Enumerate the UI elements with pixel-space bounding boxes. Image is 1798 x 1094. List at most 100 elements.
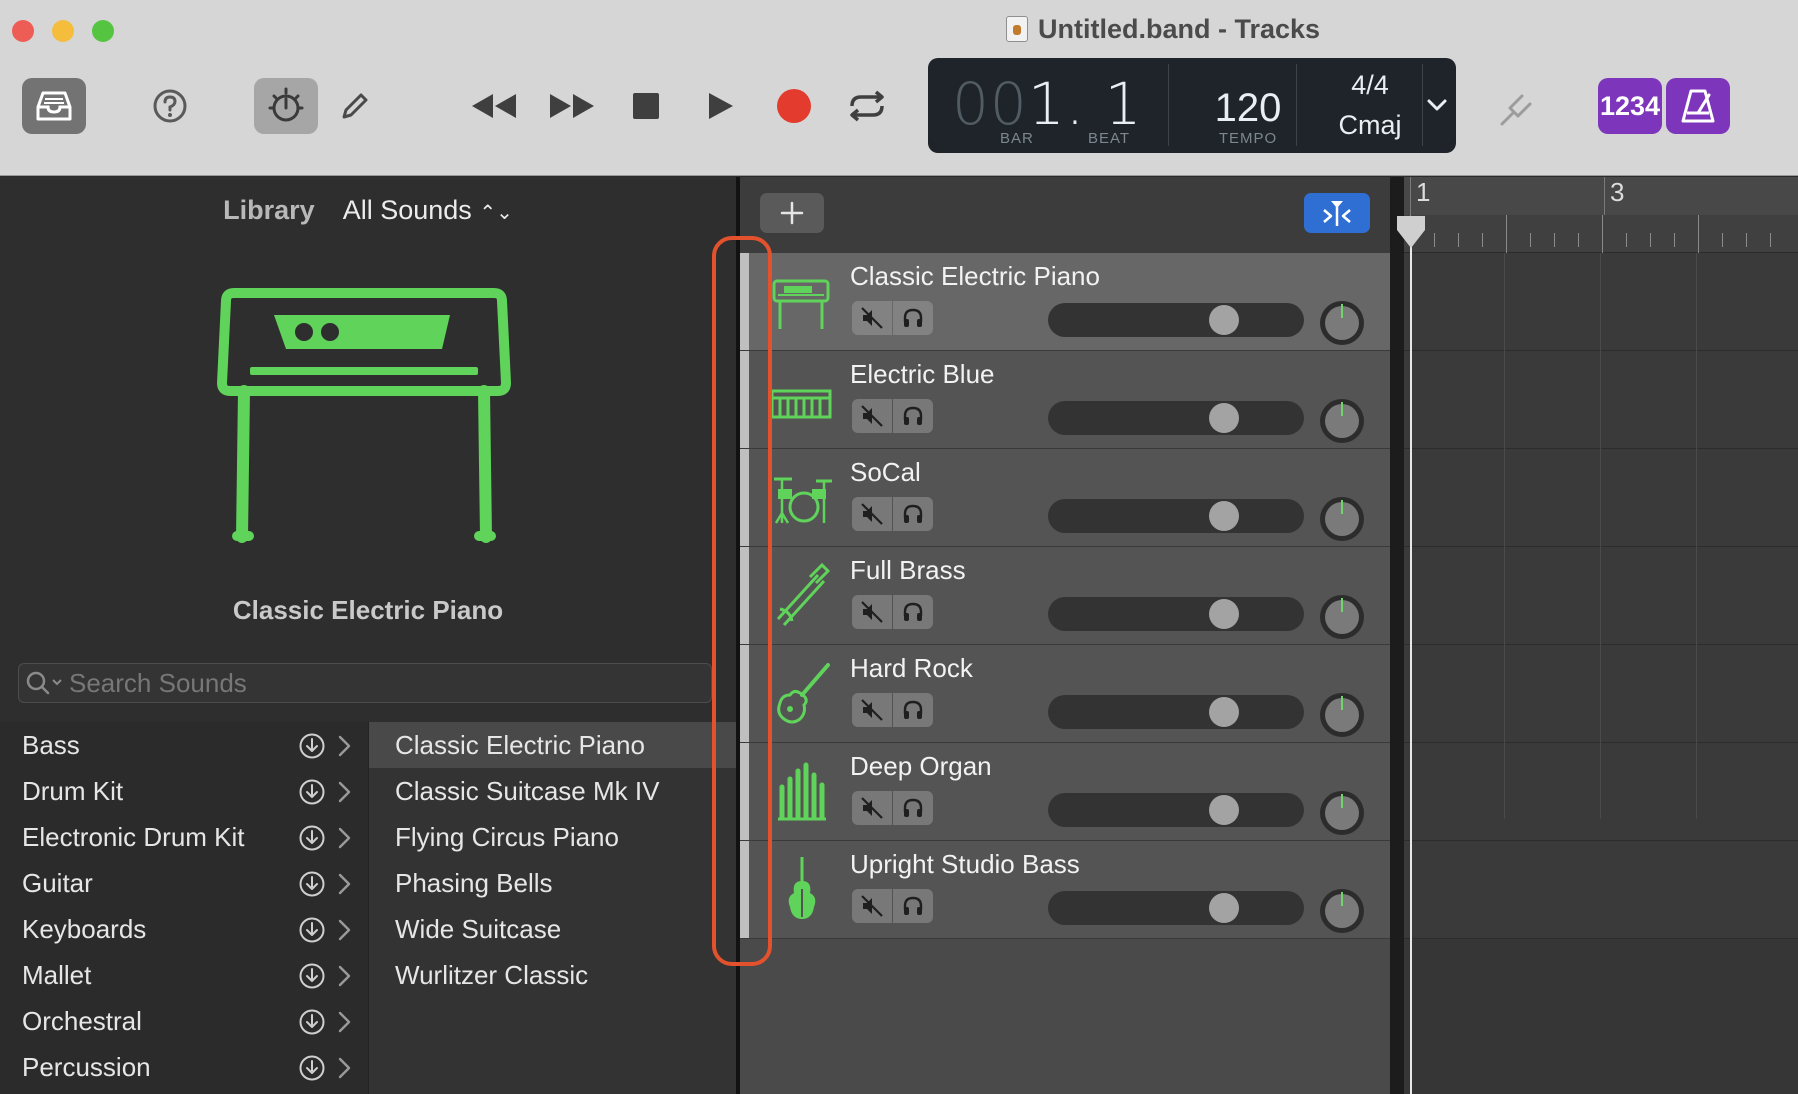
expand-button[interactable] (336, 734, 352, 758)
expand-button[interactable] (336, 1056, 352, 1080)
pan-knob[interactable] (1320, 595, 1364, 639)
tuner-button[interactable] (1494, 86, 1538, 130)
expand-button[interactable] (336, 826, 352, 850)
preset-item[interactable]: Classic Electric Piano (369, 722, 736, 768)
volume-slider[interactable] (1048, 401, 1304, 435)
preset-item[interactable]: Flying Circus Piano (369, 814, 736, 860)
cycle-button[interactable] (842, 86, 892, 126)
category-item[interactable]: Percussion (0, 1044, 368, 1090)
download-button[interactable] (298, 870, 326, 898)
lcd-time-signature[interactable]: 4/4 (1320, 70, 1420, 101)
volume-slider-thumb[interactable] (1208, 893, 1239, 923)
category-item[interactable]: Guitar (0, 860, 368, 906)
volume-slider[interactable] (1048, 695, 1304, 729)
volume-slider[interactable] (1048, 793, 1304, 827)
solo-button[interactable] (893, 301, 933, 335)
category-item[interactable]: Electronic Drum Kit (0, 814, 368, 860)
volume-slider[interactable] (1048, 891, 1304, 925)
arrangement-area[interactable]: 1 3 (1404, 177, 1798, 1094)
category-item[interactable]: Orchestral (0, 998, 368, 1044)
lcd-position[interactable]: 001. 1 (952, 70, 1143, 138)
volume-slider-thumb[interactable] (1208, 403, 1239, 433)
category-item[interactable]: Keyboards (0, 906, 368, 952)
track-header[interactable]: Electric Blue (740, 351, 1390, 449)
download-button[interactable] (298, 732, 326, 760)
expand-button[interactable] (336, 780, 352, 804)
volume-slider-thumb[interactable] (1208, 697, 1239, 727)
lcd-tempo[interactable]: 120 (1198, 86, 1298, 131)
track-lane[interactable] (1404, 547, 1798, 645)
solo-button[interactable] (893, 889, 933, 923)
download-button[interactable] (298, 1054, 326, 1082)
solo-button[interactable] (893, 791, 933, 825)
track-lane[interactable] (1404, 253, 1798, 351)
track-header[interactable]: SoCal (740, 449, 1390, 547)
pan-knob[interactable] (1320, 889, 1364, 933)
preset-item[interactable]: Wurlitzer Classic (369, 952, 736, 998)
track-lane[interactable] (1404, 449, 1798, 547)
volume-slider-thumb[interactable] (1208, 501, 1239, 531)
mute-button[interactable] (852, 889, 892, 923)
playhead[interactable] (1410, 217, 1412, 1094)
download-button[interactable] (298, 916, 326, 944)
volume-slider-thumb[interactable] (1208, 305, 1239, 335)
preset-item[interactable]: Phasing Bells (369, 860, 736, 906)
preset-item[interactable]: Wide Suitcase (369, 906, 736, 952)
library-button[interactable] (22, 78, 86, 134)
solo-button[interactable] (893, 497, 933, 531)
track-header[interactable]: Hard Rock (740, 645, 1390, 743)
mute-button[interactable] (852, 791, 892, 825)
search-icon[interactable] (19, 664, 69, 702)
download-button[interactable] (298, 824, 326, 852)
count-in-button[interactable]: 1234 (1598, 78, 1662, 134)
track-header[interactable]: Upright Studio Bass (740, 841, 1390, 939)
pan-knob[interactable] (1320, 497, 1364, 541)
track-lane[interactable] (1404, 645, 1798, 743)
track-lane[interactable] (1404, 743, 1798, 841)
stop-button[interactable] (626, 86, 666, 126)
minimize-window-button[interactable] (52, 20, 74, 42)
metronome-button[interactable] (1666, 78, 1730, 134)
play-button[interactable] (700, 86, 740, 126)
expand-button[interactable] (336, 872, 352, 896)
pan-knob[interactable] (1320, 399, 1364, 443)
sound-filter-popup[interactable]: All Sounds (343, 195, 472, 225)
download-button[interactable] (298, 962, 326, 990)
lcd-key[interactable]: Cmaj (1320, 110, 1420, 141)
lcd-menu-button[interactable] (1422, 88, 1452, 122)
track-lane[interactable] (1404, 351, 1798, 449)
mute-button[interactable] (852, 497, 892, 531)
track-header[interactable]: Full Brass (740, 547, 1390, 645)
solo-button[interactable] (893, 595, 933, 629)
track-header[interactable]: Classic Electric Piano (740, 253, 1390, 351)
expand-button[interactable] (336, 1010, 352, 1034)
volume-slider[interactable] (1048, 597, 1304, 631)
pan-knob[interactable] (1320, 301, 1364, 345)
mute-button[interactable] (852, 301, 892, 335)
category-item[interactable]: Mallet (0, 952, 368, 998)
preset-item[interactable]: Classic Suitcase Mk IV (369, 768, 736, 814)
track-header[interactable]: Deep Organ (740, 743, 1390, 841)
editors-button[interactable] (334, 86, 374, 126)
download-button[interactable] (298, 778, 326, 806)
solo-button[interactable] (893, 399, 933, 433)
download-button[interactable] (298, 1008, 326, 1036)
fast-forward-button[interactable] (544, 86, 600, 126)
ruler[interactable]: 1 3 (1404, 177, 1798, 253)
solo-button[interactable] (893, 693, 933, 727)
zoom-window-button[interactable] (92, 20, 114, 42)
volume-slider-thumb[interactable] (1208, 795, 1239, 825)
lcd-display[interactable]: 001. 1 BAR BEAT 120 TEMPO 4/4 Cmaj (928, 58, 1456, 153)
record-button[interactable] (774, 86, 814, 126)
pan-knob[interactable] (1320, 693, 1364, 737)
close-window-button[interactable] (12, 20, 34, 42)
catch-playhead-button[interactable] (1304, 193, 1370, 233)
volume-slider[interactable] (1048, 303, 1304, 337)
volume-slider[interactable] (1048, 499, 1304, 533)
track-lane[interactable] (1404, 841, 1798, 939)
category-item[interactable]: Bass (0, 722, 368, 768)
rewind-button[interactable] (466, 86, 522, 126)
smart-controls-button[interactable] (254, 78, 318, 134)
playhead-handle[interactable] (1395, 214, 1427, 250)
mute-button[interactable] (852, 693, 892, 727)
